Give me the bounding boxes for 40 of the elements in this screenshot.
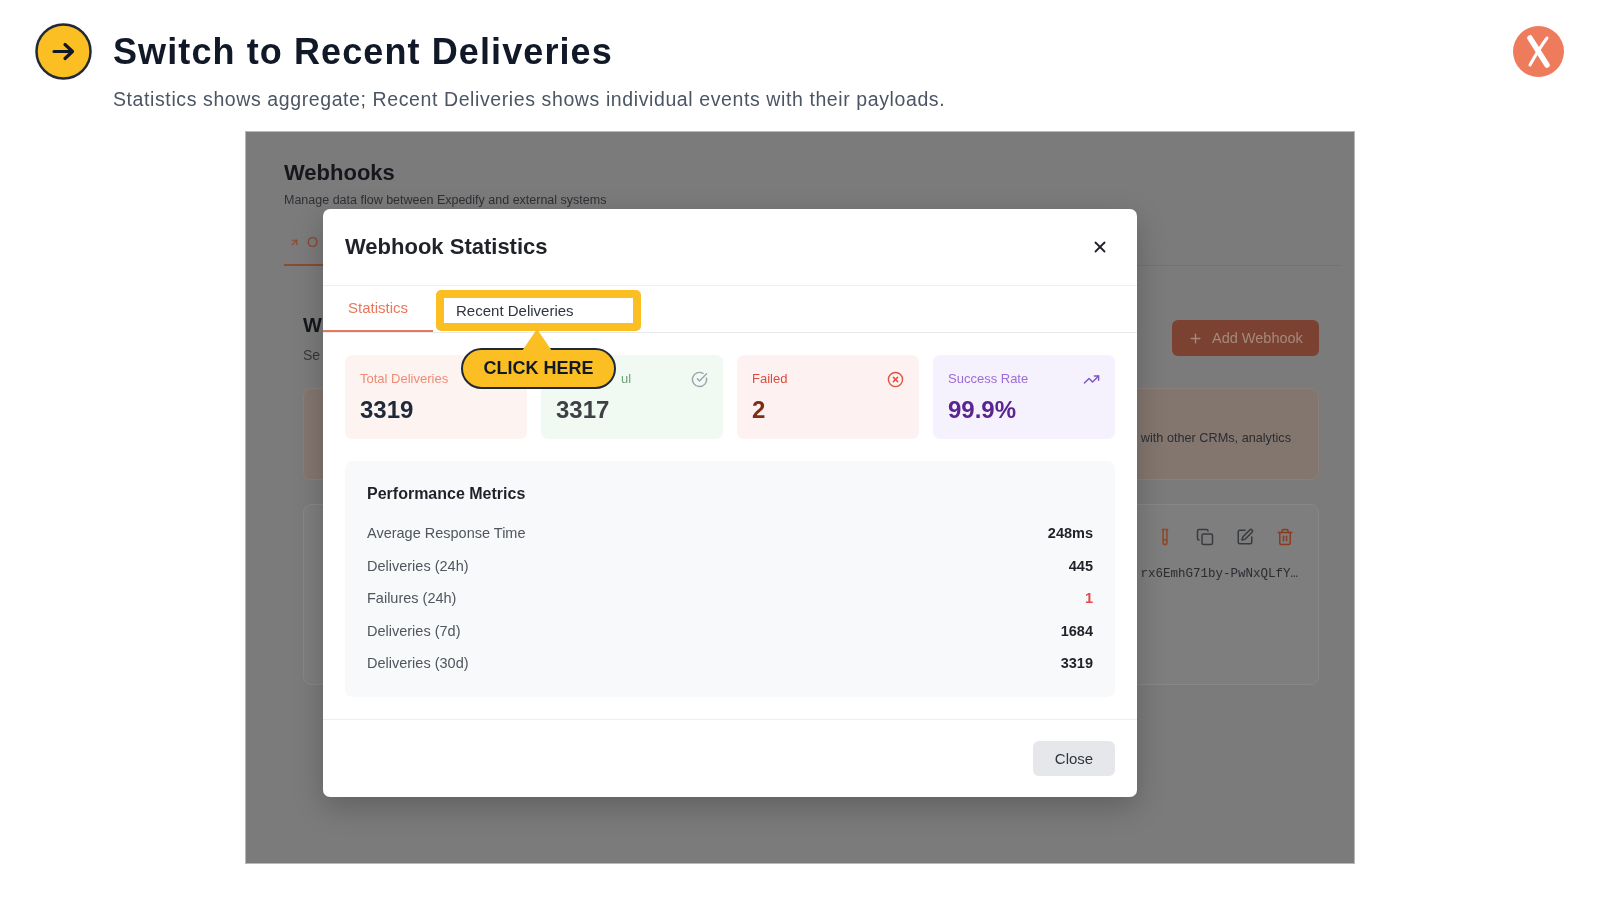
slide-title: Switch to Recent Deliveries bbox=[113, 31, 614, 73]
stat-value: 3317 bbox=[556, 396, 611, 424]
tab[interactable]: Recent Deliveries bbox=[444, 298, 633, 323]
section-title: W bbox=[303, 313, 322, 338]
check-circle-icon bbox=[691, 370, 708, 388]
metric-label: Deliveries (7d) bbox=[367, 622, 461, 639]
x-circle-icon bbox=[887, 370, 904, 388]
plus-icon bbox=[1188, 330, 1203, 346]
stat-label: Success Rate bbox=[948, 370, 1029, 388]
metric-value: 1684 bbox=[1060, 622, 1093, 639]
close-button[interactable]: Close bbox=[1033, 740, 1115, 776]
page-subtitle: Manage data flow between Expedify and external systems bbox=[284, 192, 608, 208]
metric-label: Deliveries (24h) bbox=[367, 557, 469, 574]
metric-label: Deliveries (30d) bbox=[367, 655, 469, 672]
metric-value: 445 bbox=[1068, 557, 1093, 574]
logo-icon bbox=[1513, 26, 1564, 77]
copy-icon[interactable] bbox=[1196, 528, 1214, 546]
metric-value: 248ms bbox=[1047, 525, 1093, 542]
metric-label: Failures (24h) bbox=[367, 590, 457, 607]
webhook-secret: rx6EmhG71by-PwNxQLfY… bbox=[1140, 566, 1298, 583]
stat-label: ul bbox=[621, 370, 632, 388]
trash-icon[interactable] bbox=[1276, 528, 1294, 546]
metrics-title: Performance Metrics bbox=[367, 484, 527, 504]
metric-value: 3319 bbox=[1060, 655, 1093, 672]
stat-label: Failed bbox=[752, 370, 788, 388]
slide-subtitle: Statistics shows aggregate; Recent Deliveries shows individual events with their payloads. bbox=[113, 87, 946, 111]
section-subtitle: Se bbox=[303, 346, 322, 364]
arrow-right-icon bbox=[35, 23, 92, 80]
stat-label: Total Deliveries bbox=[360, 370, 449, 388]
tab[interactable]: Statistics bbox=[323, 286, 433, 332]
metric-value: 1 bbox=[1084, 590, 1093, 607]
page-title: Webhooks bbox=[284, 160, 396, 186]
add-webhook-button[interactable]: Add Webhook bbox=[1172, 320, 1319, 356]
stat-value: 99.9% bbox=[948, 396, 1018, 424]
stat-value: 2 bbox=[752, 396, 767, 424]
metric-label: Average Response Time bbox=[367, 525, 526, 542]
stat-value: 3319 bbox=[360, 396, 415, 424]
dialog-title: Webhook Statistics bbox=[345, 234, 548, 260]
edit-icon[interactable] bbox=[1236, 528, 1254, 546]
info-text: with other CRMs, analytics bbox=[1140, 430, 1291, 447]
